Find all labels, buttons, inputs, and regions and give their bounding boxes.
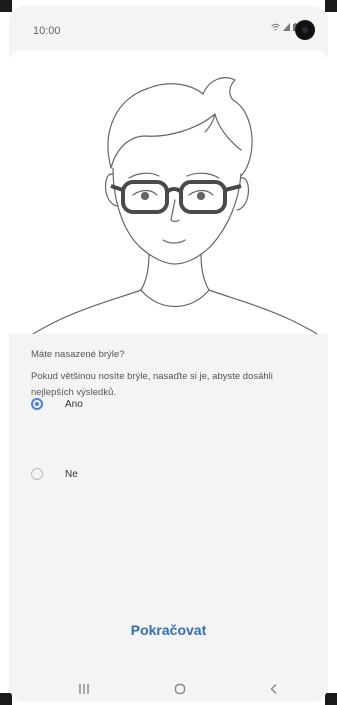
status-icons — [271, 23, 298, 31]
wifi-icon — [271, 23, 280, 31]
option-label: Ne — [65, 468, 78, 480]
option-no[interactable]: Ne — [31, 468, 78, 480]
continue-button[interactable]: Pokračovat — [9, 622, 328, 638]
navigation-bar — [9, 676, 328, 702]
front-camera — [295, 20, 315, 40]
signal-icon — [283, 23, 290, 31]
recent-apps-button[interactable] — [69, 676, 99, 702]
status-time: 10:00 — [33, 25, 61, 37]
face-glasses-illustration — [9, 50, 328, 334]
radio-unselected-icon[interactable] — [31, 468, 43, 480]
back-icon — [270, 684, 277, 694]
option-label: Ano — [65, 398, 83, 410]
status-bar: 10:00 — [9, 6, 328, 50]
question-description: Pokud většinou nosíte brýle, nasaďte si … — [31, 371, 273, 398]
screen: 10:00 Máte nasazené brýle? Pokud většino… — [9, 6, 328, 702]
option-yes[interactable]: Ano — [31, 398, 83, 410]
face-drawing — [32, 77, 318, 334]
recent-apps-icon — [79, 684, 89, 694]
radio-selected-icon[interactable] — [31, 398, 43, 410]
device-frame: 10:00 Máte nasazené brýle? Pokud většino… — [0, 0, 337, 705]
back-button[interactable] — [259, 676, 289, 702]
home-button[interactable] — [165, 676, 195, 702]
home-icon — [174, 683, 186, 695]
question-title: Máte nasazené brýle? — [31, 349, 125, 360]
